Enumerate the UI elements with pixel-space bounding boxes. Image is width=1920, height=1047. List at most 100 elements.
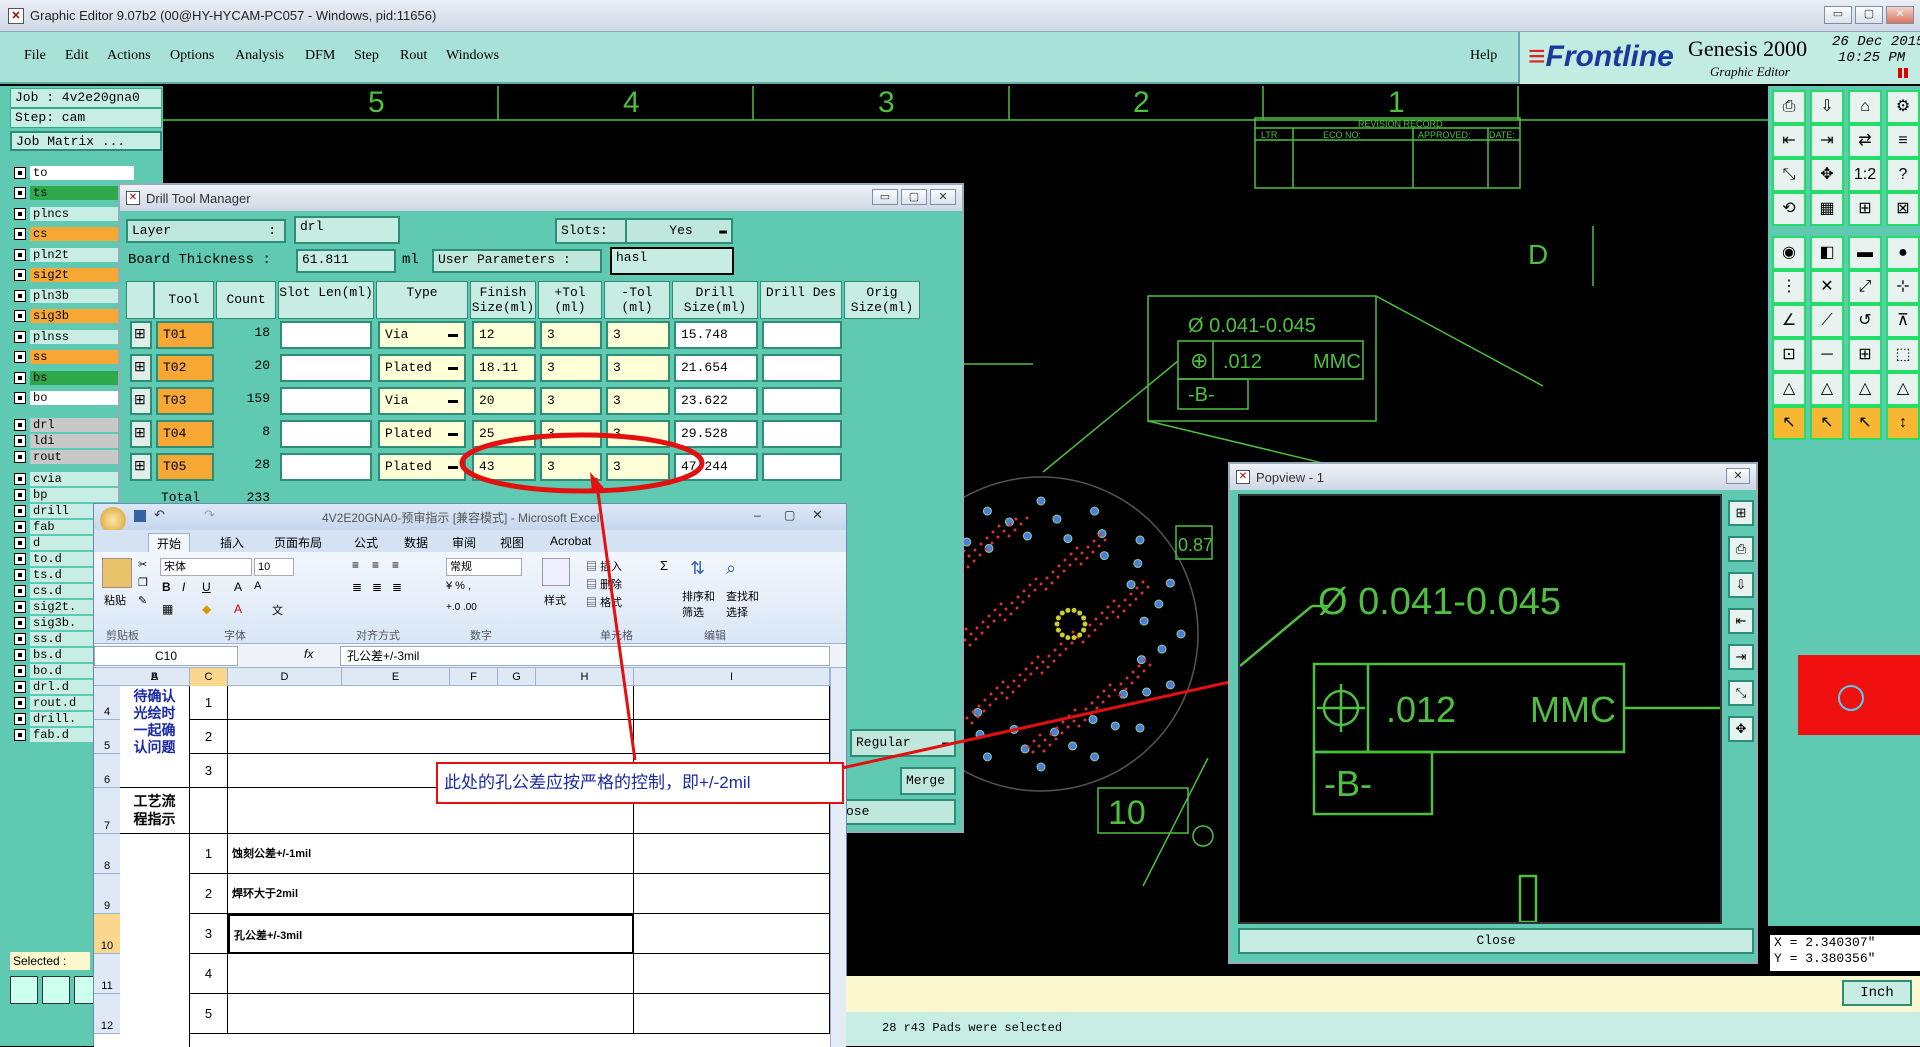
- slot-length-input[interactable]: [280, 453, 372, 481]
- column-header[interactable]: C: [190, 668, 228, 686]
- row-expand-icon[interactable]: ⊞: [130, 321, 152, 349]
- sort-filter-icon[interactable]: ⇅: [690, 558, 705, 579]
- layer-checkbox[interactable]: [14, 310, 26, 322]
- slot-length-input[interactable]: [280, 420, 372, 448]
- drill-des-input[interactable]: [762, 354, 842, 382]
- layer-checkbox[interactable]: [14, 552, 26, 565]
- unit-button[interactable]: Inch: [1842, 980, 1912, 1006]
- layer-checkbox[interactable]: [14, 248, 26, 261]
- ratio-icon[interactable]: 1:2: [1848, 158, 1882, 192]
- slot-length-input[interactable]: [280, 387, 372, 415]
- cross-icon[interactable]: ⊠: [1886, 192, 1920, 226]
- layer-row[interactable]: cvia: [14, 471, 134, 486]
- triangle-icon[interactable]: △: [1810, 372, 1844, 406]
- drill-size-field[interactable]: 23.622: [674, 387, 758, 415]
- layer-row[interactable]: plncs: [14, 206, 134, 221]
- find-select-label[interactable]: 查找和选择: [726, 588, 762, 620]
- pan-icon[interactable]: ✥: [1810, 158, 1844, 192]
- fx-button[interactable]: fx: [304, 647, 313, 661]
- undo-icon[interactable]: ↶: [154, 507, 165, 523]
- dropdown-arrow-icon[interactable]: ▬: [448, 461, 458, 472]
- decimal-icon[interactable]: +.0 .00: [446, 602, 477, 613]
- autosum-icon[interactable]: Σ: [660, 558, 668, 573]
- layer-checkbox[interactable]: [14, 228, 26, 240]
- vertical-scrollbar[interactable]: [830, 668, 846, 1047]
- dropdown-arrow-icon[interactable]: ▬: [448, 428, 458, 439]
- dtm-close-button[interactable]: ✕: [930, 189, 956, 205]
- font-grow-icon[interactable]: A: [234, 580, 242, 594]
- popview-close-icon[interactable]: ✕: [1726, 468, 1750, 484]
- drill-pad[interactable]: [1139, 616, 1149, 626]
- drill-pad[interactable]: [1135, 535, 1145, 545]
- layer-row[interactable]: pln2t: [14, 247, 134, 262]
- finish-size-input[interactable]: 43: [472, 453, 536, 481]
- drill-pad[interactable]: [1052, 514, 1062, 524]
- layer-row[interactable]: plnss: [14, 329, 134, 344]
- dropdown-arrow-icon[interactable]: ▬: [448, 395, 458, 406]
- drill-pad[interactable]: [1110, 721, 1120, 731]
- excel-maximize-button[interactable]: ▢: [784, 508, 795, 522]
- layers-icon[interactable]: ⊞: [1848, 192, 1882, 226]
- frame-icon[interactable]: ⬚: [1886, 338, 1920, 372]
- layer-row[interactable]: pln3b: [14, 288, 134, 303]
- drill-pad[interactable]: [1022, 531, 1032, 541]
- cell-a-merged[interactable]: 待确认光绘时一起确认问题: [120, 686, 190, 788]
- ribbon-tab[interactable]: 视图: [492, 533, 532, 552]
- cell-c[interactable]: 孔公差+/-3mil: [228, 914, 634, 954]
- pv-down-icon[interactable]: ⇩: [1728, 572, 1754, 598]
- cell-b[interactable]: [190, 788, 228, 834]
- row-header[interactable]: 6: [94, 754, 120, 788]
- layer-checkbox[interactable]: [14, 616, 26, 629]
- node-icon[interactable]: ⋮: [1772, 270, 1806, 304]
- cell-a-empty[interactable]: [120, 834, 190, 1047]
- menu-rout[interactable]: Rout: [400, 48, 427, 64]
- layer-checkbox[interactable]: [14, 351, 26, 363]
- tool-id[interactable]: T05: [156, 453, 214, 481]
- column-header[interactable]: B: [120, 668, 190, 686]
- layer-checkbox[interactable]: [14, 648, 26, 661]
- minus-tol-input[interactable]: 3: [606, 354, 670, 382]
- close-button[interactable]: ✕: [1886, 6, 1914, 24]
- ribbon-tab[interactable]: 审阅: [444, 533, 484, 552]
- menu-file[interactable]: File: [24, 48, 46, 64]
- drill-pad[interactable]: [1135, 723, 1145, 733]
- layer-row[interactable]: rout: [14, 449, 134, 464]
- drill-size-field[interactable]: 47.244: [674, 453, 758, 481]
- pv-fit-icon[interactable]: ⤡: [1728, 680, 1754, 706]
- zoom-tool-icon[interactable]: [42, 976, 70, 1004]
- drill-des-input[interactable]: [762, 321, 842, 349]
- layer-row[interactable]: bp: [14, 487, 134, 502]
- plus-tol-input[interactable]: 3: [540, 453, 602, 481]
- layer-row[interactable]: cs: [14, 227, 134, 242]
- cell-c[interactable]: [228, 994, 634, 1034]
- cell-i[interactable]: [634, 874, 830, 914]
- cross-hair-icon[interactable]: ⊹: [1886, 270, 1920, 304]
- menu-windows[interactable]: Windows: [446, 48, 499, 64]
- layer-checkbox[interactable]: [14, 504, 26, 517]
- menu-step[interactable]: Step: [354, 48, 379, 64]
- font-color-icon[interactable]: A: [234, 602, 242, 616]
- layer-checkbox[interactable]: [14, 520, 26, 533]
- layer-checkbox[interactable]: [14, 434, 26, 447]
- grid-icon[interactable]: ▦: [1810, 192, 1844, 226]
- font-dropdown[interactable]: 宋体: [160, 558, 252, 576]
- regular-dropdown[interactable]: Regular ▬: [850, 729, 956, 757]
- align-right-icon[interactable]: ≣: [392, 580, 402, 594]
- row-expand-icon[interactable]: ⊞: [130, 453, 152, 481]
- cell-i[interactable]: [634, 914, 830, 954]
- job-matrix-button[interactable]: Job Matrix ...: [10, 131, 162, 151]
- maximize-button[interactable]: ▢: [1855, 6, 1883, 24]
- finish-size-input[interactable]: 12: [472, 321, 536, 349]
- merge-button[interactable]: Merge: [900, 767, 956, 795]
- paste-icon[interactable]: [102, 558, 132, 588]
- row-header[interactable]: 11: [94, 954, 120, 994]
- line-icon[interactable]: ▬: [1848, 236, 1882, 270]
- pv-left-icon[interactable]: ⇤: [1728, 608, 1754, 634]
- drill-pad[interactable]: [973, 707, 983, 717]
- minus-tol-input[interactable]: 3: [606, 453, 670, 481]
- plus-tol-input[interactable]: 3: [540, 354, 602, 382]
- drill-pad[interactable]: [1142, 687, 1152, 697]
- layer-row[interactable]: ts: [14, 186, 134, 201]
- row-expand-icon[interactable]: ⊞: [130, 420, 152, 448]
- move-left-icon[interactable]: ⇤: [1772, 124, 1806, 158]
